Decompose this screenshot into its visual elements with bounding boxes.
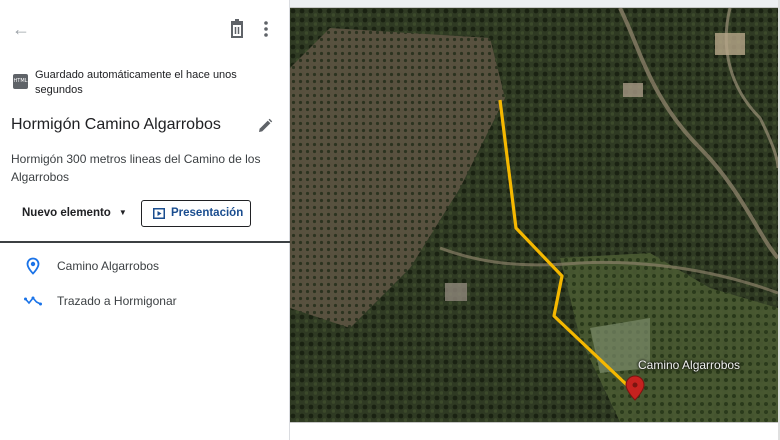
app: ← HTML Guardado automáticamente el hace … (0, 0, 780, 440)
map-place-label: Camino Algarrobos (638, 358, 741, 372)
map-details-panel: ← HTML Guardado automáticamente el hace … (0, 0, 290, 440)
new-item-dropdown[interactable]: Nuevo elemento ▼ (14, 200, 135, 226)
autosave-text: Guardado automáticamente el hace unos se… (35, 69, 237, 96)
presentation-label: Presentación (171, 207, 244, 219)
layer-label: Camino Algarrobos (57, 259, 160, 273)
panel-top-bar: ← (0, 0, 290, 60)
delete-button[interactable] (228, 19, 246, 39)
more-options-button[interactable] (258, 19, 274, 39)
layer-item-trazado[interactable]: Trazado a Hormigonar (0, 286, 290, 316)
autosave-status: HTML Guardado automáticamente el hace un… (11, 66, 281, 102)
location-pin-icon (26, 257, 40, 275)
map-top-border (290, 0, 780, 8)
html-doc-icon: HTML (13, 74, 28, 89)
panel-divider (0, 241, 290, 243)
map-title[interactable]: Hormigón Camino Algarrobos (11, 116, 221, 134)
pencil-icon (259, 118, 273, 132)
map-description[interactable]: Hormigón 300 metros lineas del Camino de… (11, 150, 281, 186)
layer-item-camino-algarrobos[interactable]: Camino Algarrobos (0, 251, 290, 281)
play-presentation-icon (153, 208, 165, 219)
presentation-button[interactable]: Presentación (141, 200, 251, 227)
trash-icon (231, 19, 243, 38)
polyline-icon (24, 296, 42, 306)
satellite-map[interactable]: Camino Algarrobos (290, 8, 778, 422)
back-arrow-icon[interactable]: ← (10, 18, 32, 40)
dropdown-arrow-icon: ▼ (118, 208, 127, 217)
layer-label: Trazado a Hormigonar (57, 294, 177, 308)
map-bottom-bar (290, 422, 780, 440)
more-vert-icon (264, 21, 268, 37)
new-item-label: Nuevo elemento (22, 207, 111, 219)
edit-title-button[interactable] (257, 118, 273, 134)
